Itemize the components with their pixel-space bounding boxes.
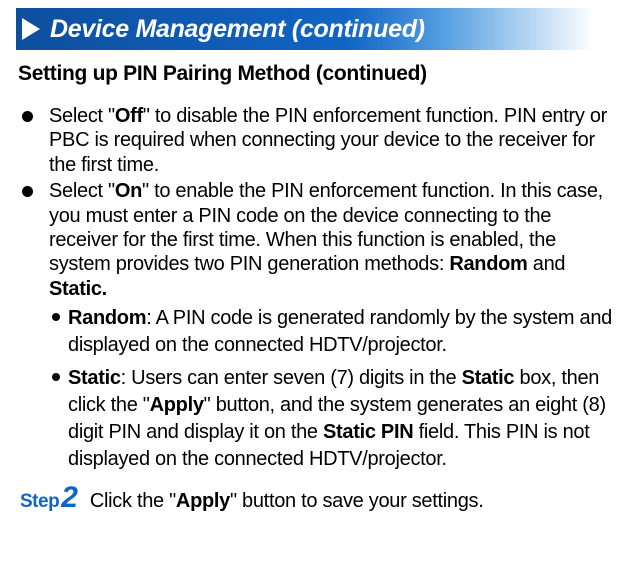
section-title: Device Management (continued)	[50, 15, 425, 44]
sub-bullet-text: Random: A PIN code is generated randomly…	[68, 305, 617, 359]
step-instruction: Click the "Apply" button to save your se…	[90, 490, 484, 513]
main-bullet-list: Select "Off" to disable the PIN enforcem…	[18, 104, 617, 301]
sub-bullet-list: Random: A PIN code is generated randomly…	[52, 305, 617, 473]
list-item: Select "Off" to disable the PIN enforcem…	[18, 104, 617, 177]
list-item: Static: Users can enter seven (7) digits…	[52, 365, 617, 473]
bullet-icon	[52, 373, 60, 381]
subheading: Setting up PIN Pairing Method (continued…	[18, 62, 617, 86]
bullet-icon	[52, 313, 60, 321]
list-item: Random: A PIN code is generated randomly…	[52, 305, 617, 359]
bullet-text: Select "On" to enable the PIN enforcemen…	[49, 179, 617, 301]
step-label: Step	[20, 491, 59, 513]
step-row: Step 2 Click the "Apply" button to save …	[20, 483, 617, 513]
bullet-icon	[22, 186, 33, 197]
step-number: 2	[61, 483, 78, 513]
bullet-icon	[22, 111, 33, 122]
sub-bullet-text: Static: Users can enter seven (7) digits…	[68, 365, 617, 473]
section-header-bar: Device Management (continued)	[16, 8, 619, 50]
bullet-text: Select "Off" to disable the PIN enforcem…	[49, 104, 617, 177]
chevron-right-icon	[22, 18, 40, 40]
list-item: Select "On" to enable the PIN enforcemen…	[18, 179, 617, 301]
content-area: Setting up PIN Pairing Method (continued…	[0, 62, 635, 513]
